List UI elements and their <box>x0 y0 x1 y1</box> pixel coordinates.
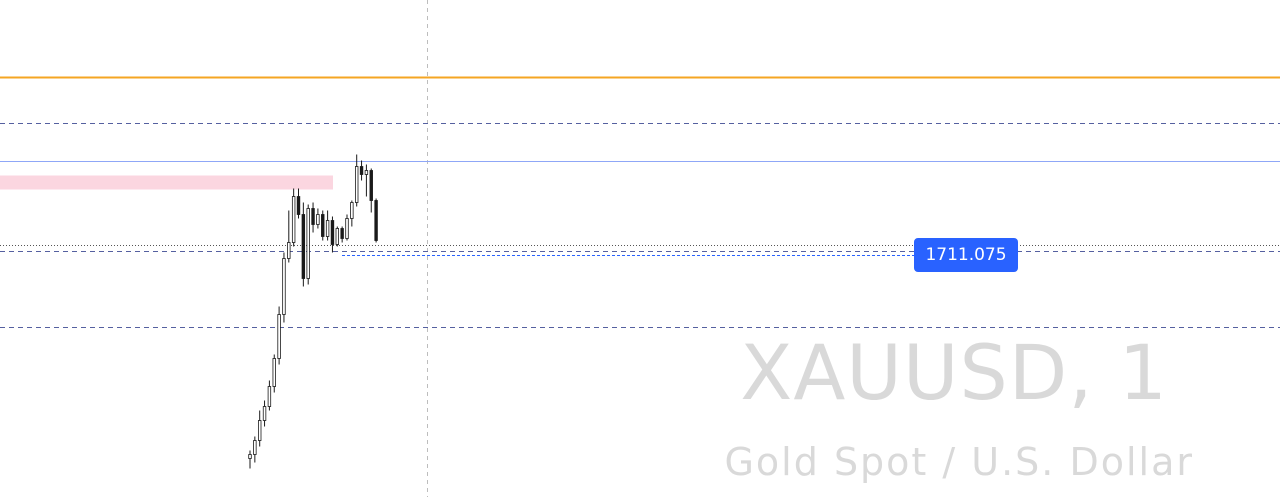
candle-body-up <box>272 358 276 387</box>
candle-body-down <box>330 220 335 245</box>
price-chart[interactable] <box>0 0 1280 497</box>
candle-body-down <box>359 166 364 175</box>
candle-body-down <box>340 228 344 239</box>
candle-body-up <box>345 218 349 239</box>
resistance-zone <box>0 175 333 190</box>
candle-body-down <box>374 200 378 241</box>
description-watermark: Gold Spot / U.S. Dollar <box>724 440 1194 484</box>
candle-body-up <box>253 440 257 455</box>
candle-body-up <box>267 386 272 407</box>
candle-body-down <box>369 170 373 201</box>
candle-body-down <box>321 214 325 237</box>
candle-body-up <box>364 170 369 175</box>
candle-body-up <box>282 258 286 315</box>
candle-body-down <box>301 214 306 279</box>
candle-body-up <box>262 406 267 421</box>
symbol-watermark: XAUUSD, 1 <box>740 328 1168 417</box>
candle-body-up <box>354 166 359 203</box>
candle-body-up <box>316 214 320 225</box>
candle-body-up <box>306 208 310 279</box>
candle-body-up <box>287 242 291 259</box>
chart-area[interactable]: XAUUSD, 1 Gold Spot / U.S. Dollar 1711.0… <box>0 0 1280 497</box>
candle-body-up <box>350 202 354 219</box>
candle-body-down <box>311 208 315 225</box>
candle-body-up <box>325 220 330 237</box>
candle-body-up <box>277 314 281 359</box>
price-label-tag[interactable]: 1711.075 <box>914 238 1018 272</box>
candle-body-up <box>257 420 262 441</box>
candle-body-down <box>296 196 301 215</box>
candle-body-up <box>248 454 252 459</box>
candle-body-up <box>291 196 296 243</box>
candle-body-up <box>335 228 339 245</box>
